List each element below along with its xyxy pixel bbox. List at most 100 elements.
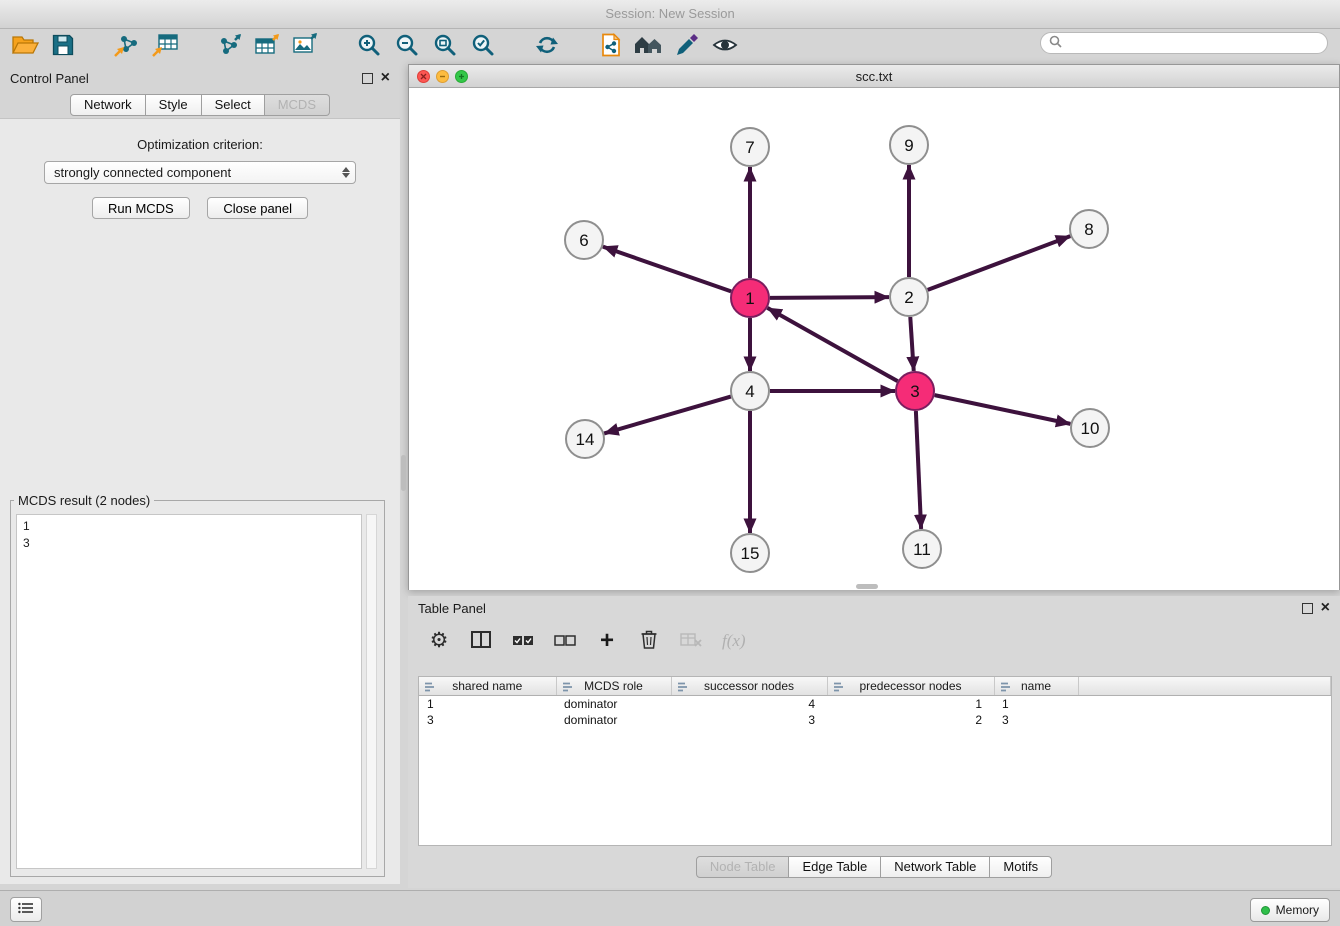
column-header-predecessor-nodes[interactable]: predecessor nodes (827, 677, 994, 696)
svg-text:11: 11 (913, 540, 931, 559)
save-session-button[interactable] (44, 31, 82, 61)
zoom-in-icon (357, 33, 381, 60)
search-input[interactable] (1067, 35, 1319, 51)
home-layout-button[interactable] (630, 31, 668, 61)
add-column-button[interactable]: + (596, 628, 618, 654)
zoom-out-button[interactable] (388, 31, 426, 61)
node-4[interactable]: 4 (731, 372, 769, 410)
node-15[interactable]: 15 (731, 534, 769, 572)
table-row[interactable]: 1dominator411 (419, 696, 1331, 713)
column-header-name[interactable]: name (994, 677, 1078, 696)
memory-label: Memory (1276, 903, 1319, 917)
sort-icon (424, 681, 435, 695)
zoom-window-button[interactable] (455, 70, 468, 83)
tab-network-table[interactable]: Network Table (881, 856, 990, 878)
delete-table-button[interactable] (680, 628, 702, 654)
column-header-shared-name[interactable]: shared name (419, 677, 556, 696)
tab-select[interactable]: Select (202, 94, 265, 116)
svg-text:2: 2 (904, 288, 913, 307)
select-all-button[interactable] (512, 628, 534, 654)
node-2[interactable]: 2 (890, 278, 928, 316)
table-toolbar: ⚙ + (408, 620, 1340, 662)
run-mcds-button[interactable]: Run MCDS (92, 197, 190, 219)
apply-style-button[interactable] (668, 31, 706, 61)
svg-text:1: 1 (745, 289, 754, 308)
node-7[interactable]: 7 (731, 128, 769, 166)
window-titlebar[interactable]: Session: New Session (0, 0, 1340, 29)
float-panel-icon[interactable] (362, 73, 373, 84)
tab-style[interactable]: Style (146, 94, 202, 116)
zoom-in-button[interactable] (350, 31, 388, 61)
node-9[interactable]: 9 (890, 126, 928, 164)
show-hide-button[interactable] (706, 31, 744, 61)
export-image-button[interactable] (286, 31, 324, 61)
tab-network[interactable]: Network (70, 94, 146, 116)
node-1[interactable]: 1 (731, 279, 769, 317)
result-scrollbar[interactable] (366, 514, 377, 869)
tab-mcds[interactable]: MCDS (265, 94, 330, 116)
edge-1-2[interactable] (770, 297, 889, 298)
paintbrush-icon (675, 33, 699, 60)
node-10[interactable]: 10 (1071, 409, 1109, 447)
zoom-fit-button[interactable] (426, 31, 464, 61)
network-vscrollbar[interactable] (401, 455, 406, 491)
edge-3-11[interactable] (916, 411, 921, 529)
network-view-window: scc.txt 7 9 6 8 1 2 4 3 14 10 15 11 (408, 64, 1340, 590)
export-network-button[interactable] (210, 31, 248, 61)
edge-3-1[interactable] (767, 308, 897, 381)
node-8[interactable]: 8 (1070, 210, 1108, 248)
float-table-panel-icon[interactable] (1302, 603, 1313, 614)
network-window-titlebar[interactable]: scc.txt (409, 65, 1339, 88)
node-3[interactable]: 3 (896, 372, 934, 410)
network-graph[interactable]: 7 9 6 8 1 2 4 3 14 10 15 11 (409, 88, 1339, 590)
table-row[interactable]: 3dominator323 (419, 712, 1331, 728)
node-11[interactable]: 11 (903, 530, 941, 568)
svg-text:15: 15 (741, 544, 760, 563)
zoom-selected-button[interactable] (464, 31, 502, 61)
import-table-button[interactable] (146, 31, 184, 61)
edge-2-3[interactable] (910, 317, 913, 371)
export-table-button[interactable] (248, 31, 286, 61)
mcds-result-title: MCDS result (2 nodes) (14, 493, 154, 508)
close-window-button[interactable] (417, 70, 430, 83)
function-builder-button[interactable]: f(x) (722, 628, 746, 654)
search-icon (1049, 35, 1062, 51)
delete-column-button[interactable] (638, 628, 660, 654)
edge-1-6[interactable] (603, 247, 731, 292)
search-box[interactable] (1040, 32, 1328, 54)
network-hscrollbar[interactable] (856, 584, 878, 589)
show-columns-button[interactable] (470, 628, 492, 654)
import-network-button[interactable] (108, 31, 146, 61)
network-canvas[interactable]: 7 9 6 8 1 2 4 3 14 10 15 11 (409, 88, 1339, 590)
fx-icon: f(x) (722, 631, 746, 651)
tab-motifs[interactable]: Motifs (990, 856, 1052, 878)
deselect-all-button[interactable] (554, 628, 576, 654)
optimization-select[interactable]: strongly connected component (44, 161, 356, 184)
optimization-select-value: strongly connected component (54, 165, 231, 180)
task-history-button[interactable] (10, 897, 42, 922)
minimize-window-button[interactable] (436, 70, 449, 83)
table-panel-title: Table Panel (418, 601, 486, 616)
node-table-header-row: shared nameMCDS rolesuccessor nodesprede… (419, 677, 1331, 696)
close-table-panel-icon[interactable]: × (1321, 602, 1330, 614)
tab-node-table[interactable]: Node Table (696, 856, 790, 878)
node-6[interactable]: 6 (565, 221, 603, 259)
clone-network-button[interactable] (592, 31, 630, 61)
tab-edge-table[interactable]: Edge Table (789, 856, 881, 878)
node-14[interactable]: 14 (566, 420, 604, 458)
result-line: 1 (23, 518, 355, 535)
column-header-mcds-role[interactable]: MCDS role (556, 677, 671, 696)
refresh-view-button[interactable] (528, 31, 566, 61)
table-settings-button[interactable]: ⚙ (428, 628, 450, 654)
column-header-successor-nodes[interactable]: successor nodes (671, 677, 827, 696)
close-panel-icon[interactable]: × (381, 72, 390, 84)
edge-4-14[interactable] (604, 397, 731, 434)
node-table-container[interactable]: shared nameMCDS rolesuccessor nodesprede… (418, 676, 1332, 846)
edge-2-8[interactable] (928, 236, 1071, 290)
memory-button[interactable]: Memory (1250, 898, 1330, 922)
open-session-button[interactable] (6, 31, 44, 61)
export-network-icon (216, 33, 242, 60)
trash-icon (641, 630, 657, 652)
close-panel-button[interactable]: Close panel (207, 197, 308, 219)
edge-3-10[interactable] (935, 395, 1071, 424)
